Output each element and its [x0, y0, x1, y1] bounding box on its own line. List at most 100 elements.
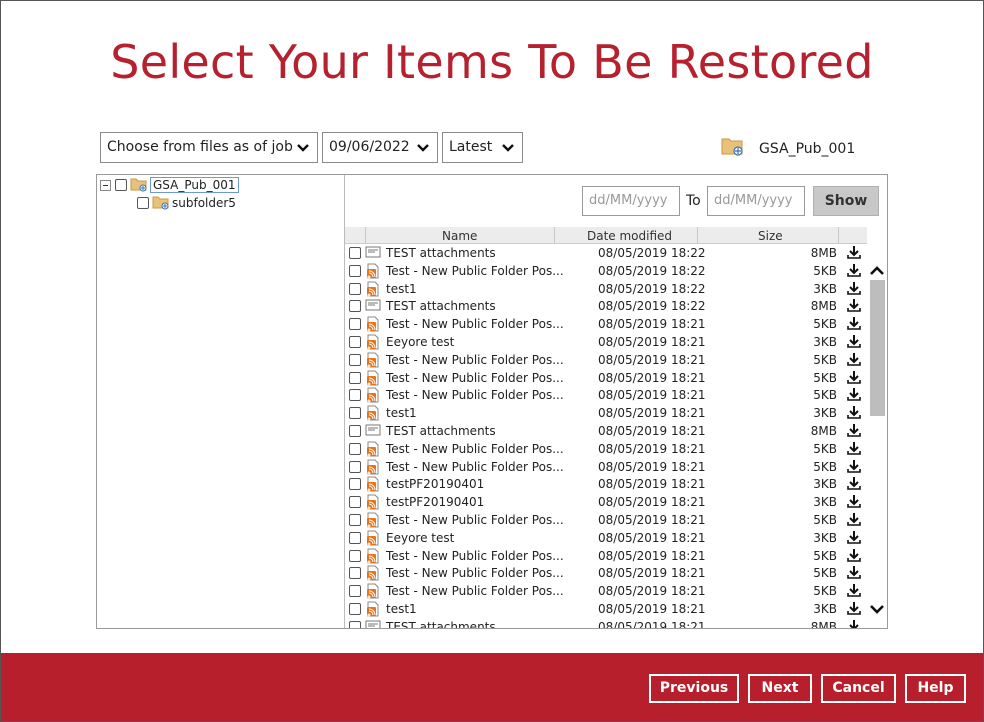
row-checkbox[interactable] [349, 318, 361, 331]
row-checkbox[interactable] [349, 442, 361, 455]
download-icon[interactable] [847, 441, 861, 458]
table-row[interactable]: Test - New Public Folder Pos... 08/05/201… [345, 440, 867, 458]
row-checkbox[interactable] [349, 407, 361, 420]
version-dropdown[interactable]: Latest [442, 132, 523, 163]
row-checkbox[interactable] [349, 496, 361, 509]
download-icon[interactable] [847, 298, 861, 315]
download-icon[interactable] [847, 423, 861, 440]
row-checkbox[interactable] [349, 620, 361, 628]
column-name[interactable]: Name [442, 229, 477, 243]
scroll-up-icon[interactable] [870, 262, 884, 280]
download-icon[interactable] [847, 316, 861, 333]
row-checkbox[interactable] [349, 389, 361, 402]
table-row[interactable]: test1 08/05/2019 18:21 3KB [345, 600, 867, 618]
row-checkbox[interactable] [349, 549, 361, 562]
row-checkbox[interactable] [349, 603, 361, 615]
download-icon[interactable] [847, 476, 861, 493]
row-checkbox[interactable] [349, 567, 361, 580]
previous-button[interactable]: Previous [649, 674, 739, 703]
file-date: 08/05/2019 18:22 [598, 246, 706, 260]
download-icon[interactable] [847, 352, 861, 369]
tree-root-checkbox[interactable] [115, 179, 127, 191]
file-date: 08/05/2019 18:21 [598, 424, 706, 438]
row-checkbox[interactable] [349, 336, 361, 348]
table-row[interactable]: Test - New Public Folder Pos... 08/05/201… [345, 386, 867, 404]
table-row[interactable]: TEST attachments 08/05/2019 18:22 8MB [345, 297, 867, 315]
table-row[interactable]: Test - New Public Folder Pos... 08/05/201… [345, 582, 867, 600]
table-row[interactable]: TEST attachments 08/05/2019 18:22 8MB [345, 244, 867, 262]
download-icon[interactable] [847, 512, 861, 529]
column-date-modified[interactable]: Date modified [587, 229, 672, 243]
table-row[interactable]: testPF20190401 08/05/2019 18:21 3KB [345, 493, 867, 511]
file-name: testPF20190401 [386, 477, 485, 492]
tree-item-subfolder[interactable]: subfolder5 [137, 195, 236, 211]
tree-item-root[interactable]: GSA_Pub_001 [100, 177, 239, 193]
row-checkbox[interactable] [349, 247, 361, 259]
row-checkbox[interactable] [349, 371, 361, 384]
download-icon[interactable] [847, 334, 861, 351]
table-row[interactable]: TEST attachments 08/05/2019 18:21 8MB [345, 618, 867, 628]
download-icon[interactable] [847, 565, 861, 582]
scrollbar-thumb[interactable] [870, 280, 885, 416]
tree-subfolder-checkbox[interactable] [137, 197, 149, 209]
file-name: Test - New Public Folder Pos... [386, 459, 564, 474]
scroll-down-icon[interactable] [870, 601, 884, 619]
row-checkbox[interactable] [349, 514, 361, 526]
download-icon[interactable] [847, 548, 861, 565]
table-row[interactable]: Test - New Public Folder Pos... 08/05/201… [345, 547, 867, 565]
table-row[interactable]: TEST attachments 08/05/2019 18:21 8MB [345, 422, 867, 440]
job-dropdown[interactable]: Choose from files as of job [100, 132, 318, 163]
table-row[interactable]: Test - New Public Folder Pos... 08/05/201… [345, 564, 867, 582]
row-checkbox[interactable] [349, 264, 361, 277]
download-icon[interactable] [847, 619, 861, 628]
tree-root-label[interactable]: GSA_Pub_001 [150, 177, 239, 193]
file-size: 3KB [813, 602, 837, 616]
file-name: TEST attachments [386, 424, 496, 438]
table-row[interactable]: Eeyore test 08/05/2019 18:21 3KB [345, 333, 867, 351]
row-checkbox[interactable] [349, 531, 361, 544]
cancel-button[interactable]: Cancel [821, 674, 896, 703]
table-row[interactable]: test1 08/05/2019 18:21 3KB [345, 404, 867, 422]
download-icon[interactable] [847, 263, 861, 280]
table-row[interactable]: Test - New Public Folder Pos... 08/05/201… [345, 351, 867, 369]
vertical-scrollbar[interactable] [867, 244, 887, 628]
table-row[interactable]: Test - New Public Folder Pos... 08/05/201… [345, 458, 867, 476]
table-row[interactable]: testPF20190401 08/05/2019 18:21 3KB [345, 475, 867, 493]
row-checkbox[interactable] [349, 585, 361, 598]
file-size: 5KB [813, 566, 837, 581]
file-size: 3KB [813, 477, 837, 492]
table-row[interactable]: Test - New Public Folder Pos... 08/05/201… [345, 369, 867, 387]
row-checkbox[interactable] [349, 460, 361, 473]
table-row[interactable]: Test - New Public Folder Pos... 08/05/201… [345, 262, 867, 280]
collapse-icon[interactable] [100, 179, 111, 191]
download-icon[interactable] [847, 387, 861, 404]
show-button[interactable]: Show [813, 186, 879, 216]
row-checkbox[interactable] [349, 425, 361, 437]
download-icon[interactable] [847, 405, 861, 422]
tree-subfolder-label[interactable]: subfolder5 [172, 196, 236, 210]
table-row[interactable]: Test - New Public Folder Pos... 08/05/201… [345, 511, 867, 529]
table-row[interactable]: Eeyore test 08/05/2019 18:21 3KB [345, 529, 867, 547]
row-checkbox[interactable] [349, 300, 361, 313]
file-size: 8MB [810, 299, 837, 314]
download-icon[interactable] [847, 530, 861, 547]
help-button[interactable]: Help [905, 674, 966, 703]
download-icon[interactable] [847, 601, 861, 618]
from-date-field[interactable]: dd/MM/yyyy [582, 186, 680, 216]
date-dropdown[interactable]: 09/06/2022 [322, 132, 438, 163]
download-icon[interactable] [847, 583, 861, 600]
table-row[interactable]: Test - New Public Folder Pos... 08/05/201… [345, 315, 867, 333]
row-checkbox[interactable] [349, 353, 361, 366]
row-checkbox[interactable] [349, 478, 361, 491]
row-checkbox[interactable] [349, 282, 361, 295]
download-icon[interactable] [847, 370, 861, 387]
next-button[interactable]: Next [748, 674, 812, 703]
download-icon[interactable] [847, 245, 861, 262]
download-icon[interactable] [847, 281, 861, 298]
to-date-field[interactable]: dd/MM/yyyy [707, 186, 805, 216]
download-icon[interactable] [847, 459, 861, 476]
table-row[interactable]: test1 08/05/2019 18:22 3KB [345, 280, 867, 298]
download-icon[interactable] [847, 494, 861, 511]
column-size[interactable]: Size [758, 229, 783, 243]
file-date: 08/05/2019 18:21 [598, 619, 706, 628]
